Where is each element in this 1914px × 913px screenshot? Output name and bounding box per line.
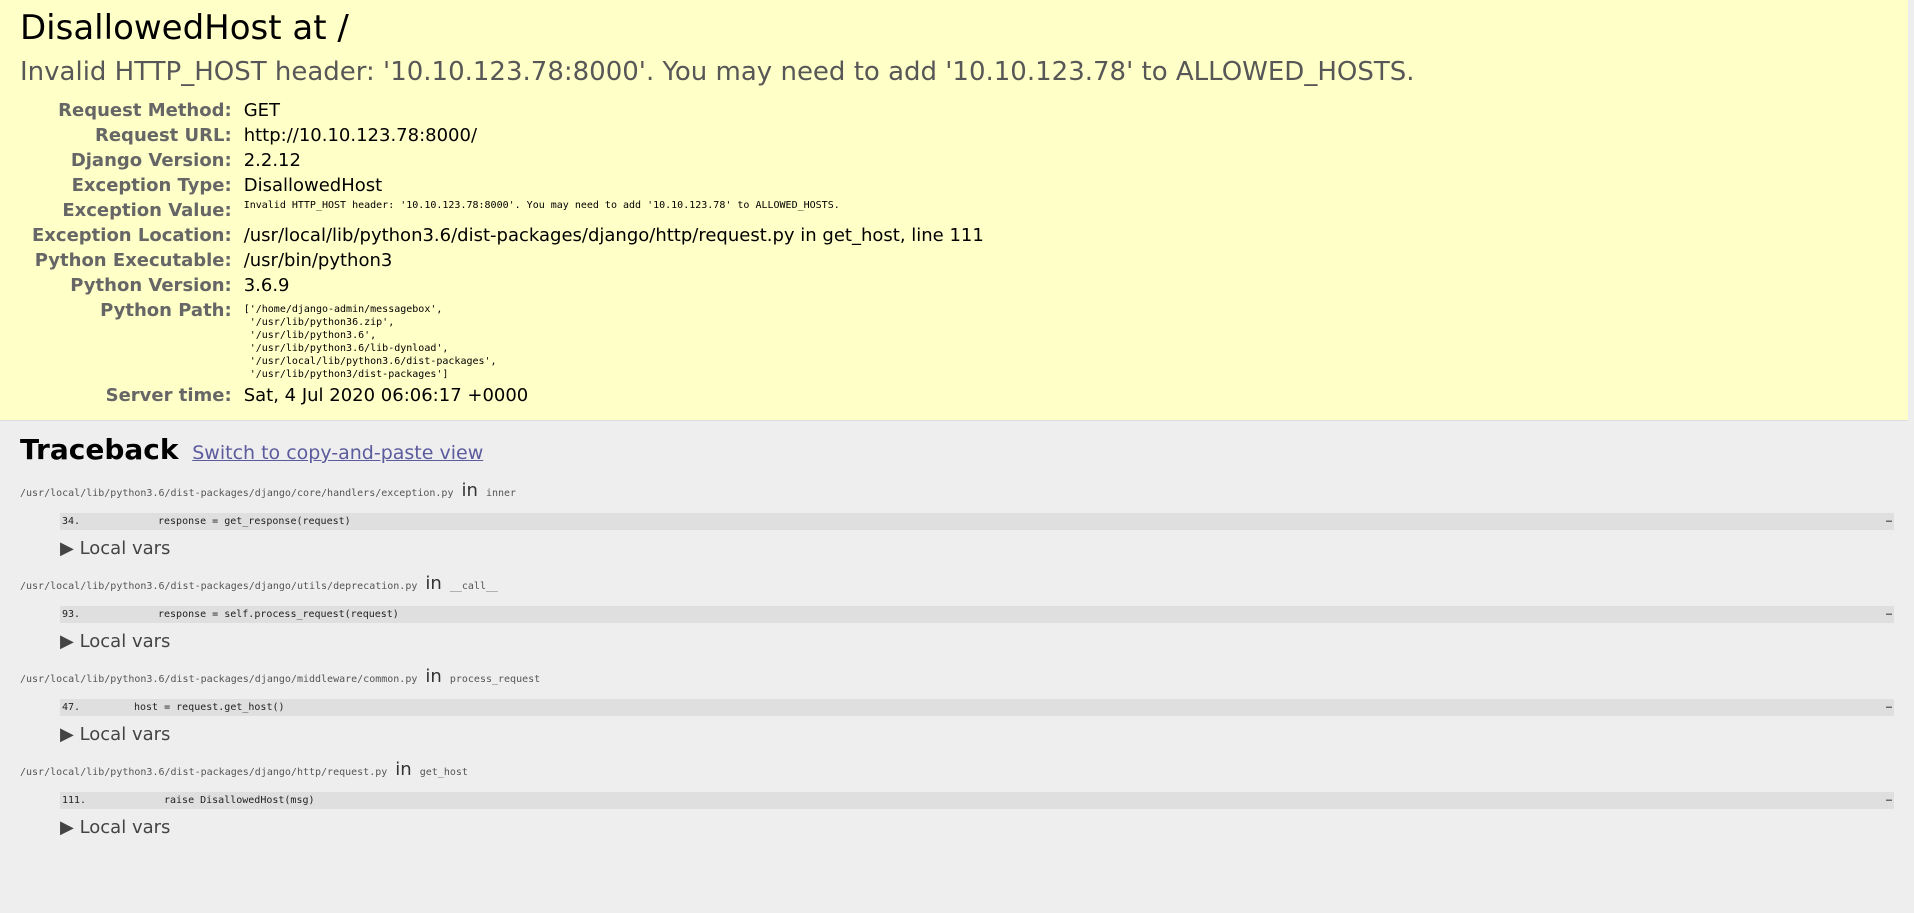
meta-label: Exception Location: (32, 225, 232, 246)
frame-code: response = self.process_request(request) (158, 609, 399, 620)
meta-label: Request URL: (94, 125, 232, 146)
meta-label: Exception Value: (62, 200, 232, 221)
meta-row-request-url: Request URL: http://10.10.123.78:8000/ (32, 123, 984, 148)
frame-line-number: 34. (62, 516, 81, 527)
traceback-heading-row: Traceback Switch to copy-and-paste view (20, 433, 1894, 466)
meta-label: Server time: (105, 385, 232, 406)
meta-row-server-time: Server time: Sat, 4 Jul 2020 06:06:17 +0… (32, 383, 984, 408)
meta-value: Invalid HTTP_HOST header: '10.10.123.78:… (243, 200, 840, 211)
page-title: DisallowedHost at / (20, 8, 349, 48)
meta-value-cell: ['/home/django-admin/messagebox', '/usr/… (244, 298, 984, 383)
meta-label: Python Path: (100, 300, 232, 321)
meta-value: 2.2.12 (243, 150, 301, 171)
frame-code: host = request.get_host() (134, 702, 285, 713)
meta-label: Request Method: (58, 100, 232, 121)
expand-context-ellipsis[interactable]: … (1886, 607, 1892, 618)
frame-title: /usr/local/lib/python3.6/dist-packages/d… (20, 759, 1894, 780)
meta-row-exception-value: Exception Value: Invalid HTTP_HOST heade… (32, 198, 984, 223)
meta-row-request-method: Request Method: GET (32, 98, 984, 123)
frame-line-number: 111. (62, 795, 87, 806)
meta-value: /usr/local/lib/python3.6/dist-packages/d… (243, 225, 984, 246)
meta-row-python-version: Python Version: 3.6.9 (32, 273, 984, 298)
frame-title: /usr/local/lib/python3.6/dist-packages/d… (20, 666, 1894, 687)
frame-context-line[interactable]: 93. response = self.process_request(requ… (60, 606, 1894, 623)
python-path-list: ['/home/django-admin/messagebox', '/usr/… (243, 304, 497, 380)
frame-title: /usr/local/lib/python3.6/dist-packages/d… (20, 573, 1894, 594)
frame-function: get_host (419, 767, 468, 778)
local-vars-toggle[interactable]: ▶ Local vars (60, 724, 1894, 745)
traceback-frame: /usr/local/lib/python3.6/dist-packages/d… (20, 480, 1894, 559)
meta-value: http://10.10.123.78:8000/ (243, 125, 478, 146)
local-vars-toggle[interactable]: ▶ Local vars (60, 817, 1894, 838)
frame-line-number: 47. (62, 702, 81, 713)
frame-context-line[interactable]: 47. host = request.get_host() … (60, 699, 1894, 716)
frame-function: process_request (449, 674, 541, 685)
frame-file: /usr/local/lib/python3.6/dist-packages/d… (20, 767, 388, 778)
meta-label: Exception Type: (71, 175, 232, 196)
exception-message: Invalid HTTP_HOST header: '10.10.123.78:… (20, 57, 1415, 87)
frame-file: /usr/local/lib/python3.6/dist-packages/d… (20, 488, 454, 499)
frame-file: /usr/local/lib/python3.6/dist-packages/d… (20, 581, 418, 592)
meta-row-exception-location: Exception Location: /usr/local/lib/pytho… (32, 223, 984, 248)
frame-context-line[interactable]: 34. response = get_response(request) … (60, 513, 1894, 530)
meta-label: Python Version: (70, 275, 232, 296)
meta-label: Python Executable: (34, 250, 232, 271)
request-meta-table: Request Method: GET Request URL: http://… (32, 98, 984, 408)
meta-row-python-path: Python Path: ['/home/django-admin/messag… (32, 298, 984, 383)
frame-in-word: in (461, 480, 478, 501)
summary-panel: DisallowedHost at / Invalid HTTP_HOST he… (0, 0, 1908, 421)
frame-function: inner (485, 488, 517, 499)
frame-in-word: in (425, 573, 442, 594)
meta-value: /usr/bin/python3 (243, 250, 393, 271)
frame-context-line[interactable]: 111. raise DisallowedHost(msg) … (60, 792, 1894, 809)
copy-paste-view-link[interactable]: Switch to copy-and-paste view (192, 442, 483, 464)
traceback-frame: /usr/local/lib/python3.6/dist-packages/d… (20, 573, 1894, 652)
meta-value: DisallowedHost (243, 175, 383, 196)
frame-function: __call__ (449, 581, 499, 592)
frame-in-word: in (425, 666, 442, 687)
meta-value: Sat, 4 Jul 2020 06:06:17 +0000 (243, 385, 529, 406)
local-vars-toggle[interactable]: ▶ Local vars (60, 538, 1894, 559)
frame-title: /usr/local/lib/python3.6/dist-packages/d… (20, 480, 1894, 501)
traceback-frame: /usr/local/lib/python3.6/dist-packages/d… (20, 666, 1894, 745)
frame-code: response = get_response(request) (158, 516, 351, 527)
traceback-heading: Traceback (20, 433, 179, 466)
frame-file: /usr/local/lib/python3.6/dist-packages/d… (20, 674, 418, 685)
frame-line-number: 93. (62, 609, 81, 620)
expand-context-ellipsis[interactable]: … (1886, 700, 1892, 711)
expand-context-ellipsis[interactable]: … (1886, 793, 1892, 804)
meta-label: Django Version: (70, 150, 232, 171)
meta-value: 3.6.9 (243, 275, 290, 296)
meta-row-exception-type: Exception Type: DisallowedHost (32, 173, 984, 198)
meta-row-django-version: Django Version: 2.2.12 (32, 148, 984, 173)
frame-in-word: in (395, 759, 412, 780)
traceback-frame: /usr/local/lib/python3.6/dist-packages/d… (20, 759, 1894, 838)
frame-code: raise DisallowedHost(msg) (164, 795, 315, 806)
traceback-section: Traceback Switch to copy-and-paste view … (0, 433, 1914, 838)
local-vars-toggle[interactable]: ▶ Local vars (60, 631, 1894, 652)
expand-context-ellipsis[interactable]: … (1886, 514, 1892, 525)
meta-value: GET (243, 100, 281, 121)
meta-row-python-executable: Python Executable: /usr/bin/python3 (32, 248, 984, 273)
